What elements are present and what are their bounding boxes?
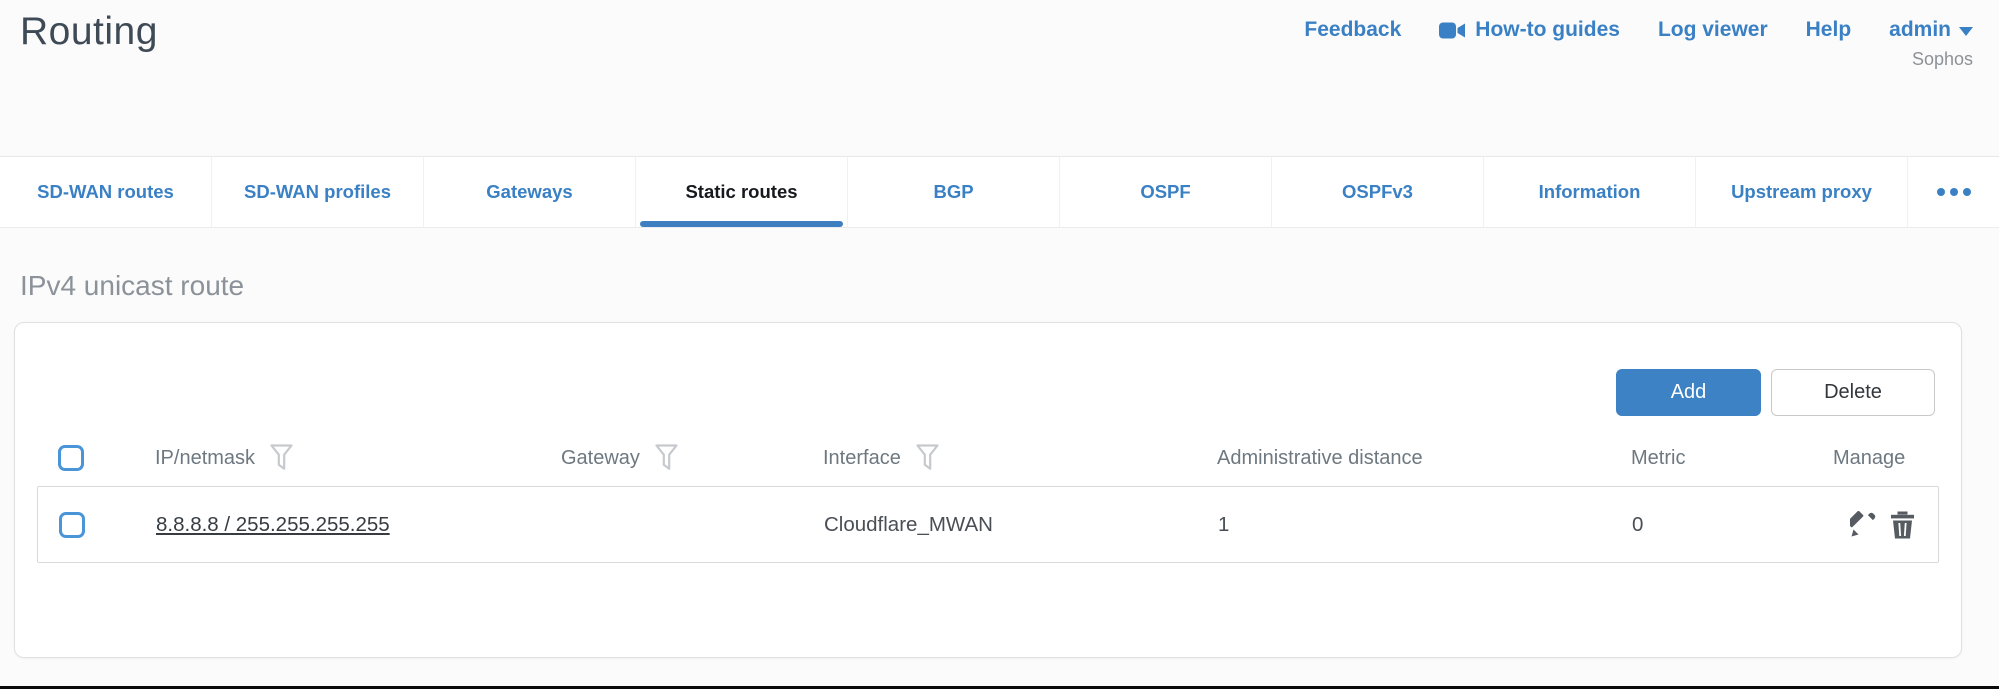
tab-upstream-proxy[interactable]: Upstream proxy [1695, 157, 1907, 227]
interface-header-label: Interface [823, 447, 901, 470]
route-interface-value: Cloudflare_MWAN [824, 513, 1218, 537]
top-navigation: Feedback How-to guides Log viewer Help a… [1304, 8, 1973, 70]
routing-page: Routing Feedback How-to guides Log viewe… [0, 0, 1999, 689]
filter-icon[interactable] [916, 444, 939, 472]
log-viewer-link[interactable]: Log viewer [1658, 18, 1768, 42]
howto-guides-label: How-to guides [1475, 18, 1620, 42]
ip-netmask-header-label: IP/netmask [155, 447, 255, 470]
delete-trash-icon[interactable] [1890, 511, 1915, 539]
card-toolbar: Add Delete [15, 323, 1961, 416]
howto-guides-link[interactable]: How-to guides [1439, 18, 1620, 42]
edit-pencil-icon[interactable] [1850, 511, 1877, 538]
tab-static-routes[interactable]: Static routes [635, 157, 847, 227]
row-manage-actions [1794, 511, 1938, 539]
add-button[interactable]: Add [1616, 369, 1761, 416]
more-tabs-button[interactable] [1907, 157, 1999, 227]
column-header-admin-distance: Administrative distance [1217, 447, 1631, 470]
chevron-down-icon [1959, 27, 1973, 36]
top-header: Routing Feedback How-to guides Log viewe… [0, 0, 1999, 156]
tab-bgp[interactable]: BGP [847, 157, 1059, 227]
tab-ospfv3[interactable]: OSPFv3 [1271, 157, 1483, 227]
filter-icon[interactable] [655, 444, 678, 472]
route-admin-distance-value: 1 [1218, 513, 1632, 537]
ellipsis-icon [1937, 188, 1971, 196]
column-header-ip-netmask: IP/netmask [155, 444, 561, 472]
table-header: IP/netmask Gateway Interface [37, 430, 1939, 486]
metric-header-label: Metric [1631, 447, 1685, 470]
video-camera-icon [1439, 21, 1466, 40]
tab-sdwan-routes[interactable]: SD-WAN routes [0, 157, 211, 227]
tab-gateways[interactable]: Gateways [423, 157, 635, 227]
route-metric-value: 0 [1632, 513, 1794, 537]
tab-sdwan-profiles[interactable]: SD-WAN profiles [211, 157, 423, 227]
table-row: 8.8.8.8 / 255.255.255.255 Cloudflare_MWA… [37, 486, 1939, 563]
route-ip-link[interactable]: 8.8.8.8 / 255.255.255.255 [156, 513, 390, 536]
delete-button[interactable]: Delete [1771, 369, 1935, 416]
org-label: Sophos [1912, 49, 1973, 70]
admin-distance-header-label: Administrative distance [1217, 447, 1423, 470]
column-header-gateway: Gateway [561, 444, 823, 472]
static-routes-card: Add Delete IP/netmask Gateway [14, 322, 1962, 658]
help-link[interactable]: Help [1806, 18, 1852, 42]
user-menu-label: admin [1889, 18, 1951, 42]
select-all-checkbox[interactable] [58, 445, 84, 471]
section-heading: IPv4 unicast route [20, 270, 1999, 302]
routing-tabbar: SD-WAN routes SD-WAN profiles Gateways S… [0, 156, 1999, 228]
user-menu[interactable]: admin [1889, 18, 1973, 42]
page-title: Routing [20, 8, 158, 54]
tab-ospf[interactable]: OSPF [1059, 157, 1271, 227]
filter-icon[interactable] [270, 444, 293, 472]
column-header-interface: Interface [823, 444, 1217, 472]
tab-information[interactable]: Information [1483, 157, 1695, 227]
gateway-header-label: Gateway [561, 447, 640, 470]
row-checkbox[interactable] [59, 512, 85, 538]
column-header-manage: Manage [1793, 447, 1939, 470]
manage-header-label: Manage [1833, 447, 1905, 470]
column-header-metric: Metric [1631, 447, 1793, 470]
feedback-link[interactable]: Feedback [1304, 18, 1401, 42]
